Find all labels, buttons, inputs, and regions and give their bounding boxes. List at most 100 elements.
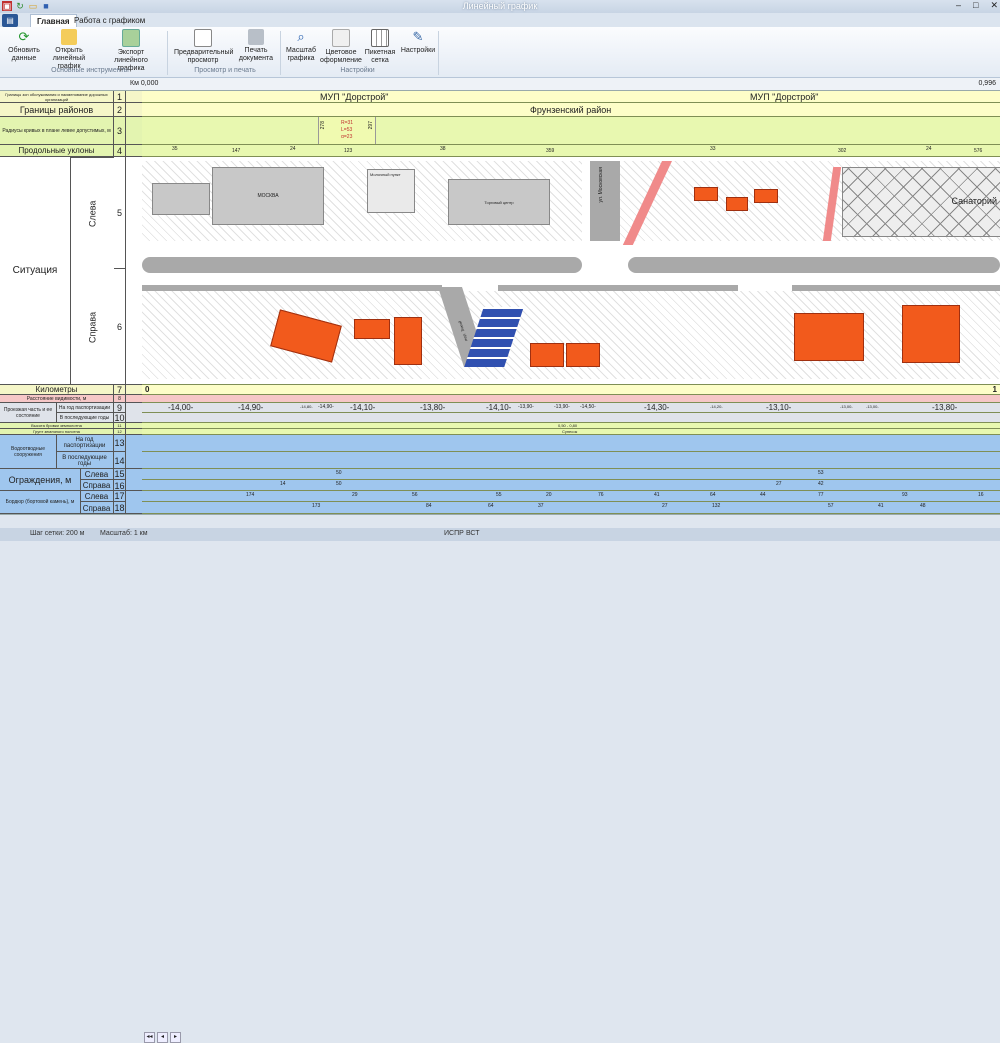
drainage-label: Водоотводные сооружения — [0, 435, 57, 468]
grid-step-text: Шаг сетки: 200 м — [30, 530, 85, 537]
legend-num: 11 — [114, 423, 126, 428]
pavement-value: -14,90- — [318, 404, 334, 410]
soil-value: Супесок — [562, 429, 578, 434]
pavement-value: -13,90- — [518, 404, 534, 410]
minimize-icon[interactable]: – — [956, 0, 961, 11]
legend-label: Слева — [80, 469, 114, 480]
legend-rows-13-14: Водоотводные сооружения На год паспортиз… — [0, 435, 142, 469]
building-orange[interactable] — [754, 189, 778, 203]
slope-value: 123 — [344, 148, 353, 154]
horizontal-scrollbar[interactable]: ◂◂ ◂ ▸ — [0, 514, 1000, 1043]
km-end: 1 — [992, 385, 997, 394]
legend-num: 12 — [114, 429, 126, 434]
settings-icon: ✎ — [412, 29, 424, 44]
curb-value: 64 — [710, 492, 716, 498]
curb-value: 174 — [246, 492, 255, 498]
building-small[interactable] — [152, 183, 210, 215]
sidewalk-right — [792, 285, 1000, 291]
band-curb-left: 174 29 56 55 20 76 41 64 44 77 93 16 — [142, 491, 1000, 502]
sidewalk-right — [498, 285, 738, 291]
pavement-value: -14,50- — [580, 404, 596, 410]
legend-num: 15 — [114, 469, 126, 480]
status-bar: Шаг сетки: 200 м Масштаб: 1 км ИСПР ВСТ — [0, 528, 1000, 541]
preview-button[interactable]: Предварительный просмотр — [174, 29, 233, 65]
export-icon — [122, 29, 140, 47]
ruler-end: 0,996 — [978, 80, 996, 87]
curb-value: 44 — [760, 492, 766, 498]
building-orange[interactable] — [530, 343, 564, 367]
curb-value: 41 — [878, 503, 884, 509]
row-legend: Границы зон обслуживания и наименование … — [0, 91, 142, 514]
band-visibility — [142, 395, 1000, 403]
building-orange[interactable] — [694, 187, 718, 201]
legend-num: 8 — [114, 395, 126, 402]
legend-num: 6 — [114, 269, 126, 385]
curb-value: 76 — [598, 492, 604, 498]
band-situation: МОСКВА Молочный пункт Торговый центр ул.… — [142, 157, 1000, 385]
scroll-first-icon[interactable]: ◂◂ — [144, 1032, 155, 1043]
grid-icon — [371, 29, 389, 47]
settings-button[interactable]: ✎ Настройки — [394, 29, 442, 55]
street-tikhiy-label: пер. Тихий — [457, 321, 469, 341]
curb-value: 173 — [312, 503, 321, 509]
legend-num: 9 — [114, 403, 126, 413]
band-pavement: -14,00- -14,90- -14,80- -14,90- -14,10- … — [142, 403, 1000, 413]
band-km: 0 1 — [142, 385, 1000, 395]
building-orange[interactable] — [354, 319, 390, 339]
pavement-group-label: Проезжая часть и ее состояние — [0, 403, 57, 422]
building-orange[interactable] — [794, 313, 864, 361]
pavement-value: -14,30- — [644, 403, 670, 412]
legend-label: Радиусы кривых в плане левее допустимых,… — [0, 117, 114, 144]
scroll-left-icon[interactable]: ◂ — [157, 1032, 168, 1043]
fence-value: 27 — [776, 481, 782, 487]
legend-label: Справа — [80, 480, 114, 491]
legend-label: Высота бровки земполотна — [0, 423, 114, 428]
palette-icon — [332, 29, 350, 47]
file-menu-button[interactable]: ▤ — [2, 14, 18, 27]
ribbon-separator — [167, 31, 168, 75]
curb-value: 57 — [828, 503, 834, 509]
group-settings: Настройки — [340, 67, 375, 74]
group-view-print: Просмотр и печать — [194, 67, 256, 74]
building-orange[interactable] — [726, 197, 748, 211]
legend-situation: Ситуация Слева Справа 5 6 — [0, 157, 142, 385]
building-sanatorium[interactable]: Санаторий — [842, 167, 1000, 237]
height-value: 0,50 - 0,80 — [558, 423, 578, 428]
maximize-icon[interactable]: □ — [973, 0, 978, 11]
linear-graph[interactable]: МУП "Дорстрой" МУП "Дорстрой" Фрунзенски… — [142, 91, 1000, 514]
slope-value: 302 — [838, 148, 847, 154]
preview-icon — [194, 29, 212, 47]
sidewalk-right — [142, 285, 442, 291]
pavement-value: -14,00- — [168, 403, 194, 412]
curve-start: 278 — [320, 121, 326, 130]
curve-angle: α=23 — [341, 134, 353, 140]
building-kiosk[interactable]: Молочный пункт — [367, 169, 415, 213]
print-button[interactable]: Печать документа — [232, 29, 280, 63]
building-orange[interactable] — [394, 317, 422, 365]
scroll-right-icon[interactable]: ▸ — [170, 1032, 181, 1043]
open-graph-button[interactable]: Открыть линейный график — [45, 29, 93, 71]
building-moscow[interactable]: МОСКВА — [212, 167, 324, 225]
building-orange[interactable] — [902, 305, 960, 363]
district-label: Фрунзенский район — [530, 105, 612, 115]
legend-num: 18 — [114, 502, 126, 514]
tab-graph-work[interactable]: Работа с графиком — [68, 14, 151, 27]
group-main-tools: Основные инструменты — [51, 67, 129, 74]
refresh-data-button[interactable]: ⟳ Обновить данные — [0, 29, 48, 63]
ribbon-separator — [438, 31, 439, 75]
legend-label: На год паспортизации — [56, 435, 114, 452]
right-side-label: Справа — [70, 269, 114, 385]
ribbon: ⟳ Обновить данные Открыть линейный графи… — [0, 27, 1000, 78]
close-icon[interactable]: ✕ — [990, 0, 998, 11]
legend-label: Слева — [80, 491, 114, 502]
legend-row-3: Радиусы кривых в плане левее допустимых,… — [0, 117, 142, 145]
curve-radius: R=31 — [341, 120, 354, 126]
building-market[interactable]: Торговый центр — [448, 179, 550, 225]
curb-value: 29 — [352, 492, 358, 498]
pavement-value: -13,00- — [866, 404, 879, 409]
legend-num: 16 — [114, 480, 126, 491]
ruler-start: Км 0,000 — [130, 80, 159, 87]
folder-open-icon — [61, 29, 77, 45]
legend-label: В последующие годы — [56, 413, 114, 423]
building-orange[interactable] — [566, 343, 600, 367]
